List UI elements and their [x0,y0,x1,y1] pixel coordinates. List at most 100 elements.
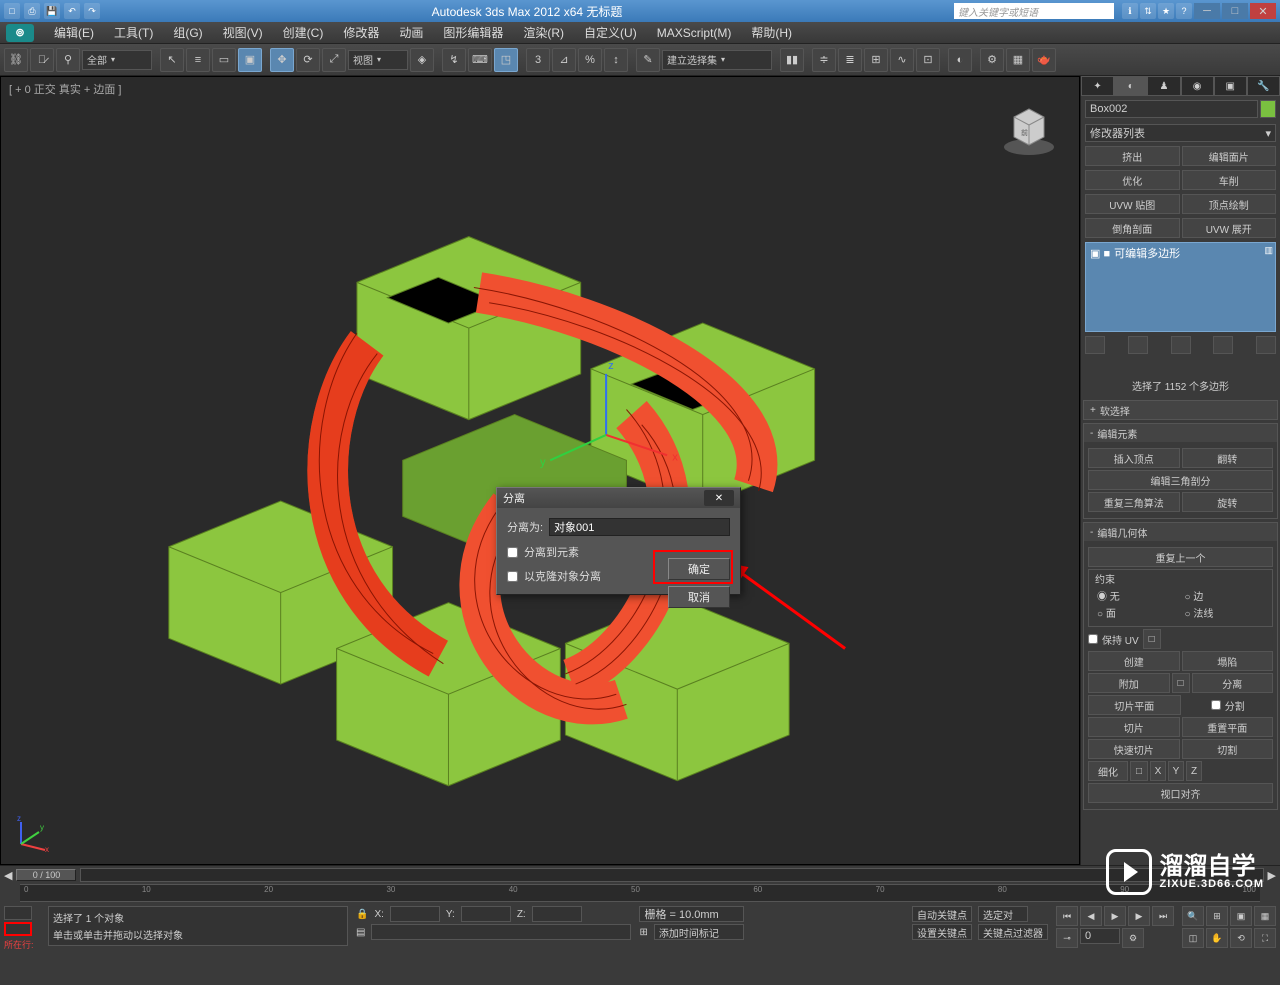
coord-x-input[interactable] [390,906,440,922]
coord-z-input[interactable] [532,906,582,922]
menu-maxscript[interactable]: MAXScript(M) [647,26,742,40]
attach-list-button[interactable]: □ [1172,673,1190,693]
spinner-snap-icon[interactable]: ↕ [604,48,628,72]
retriangulate-button[interactable]: 重复三角算法 [1088,492,1180,512]
tab-hierarchy-icon[interactable]: ♟ [1147,76,1180,96]
menu-group[interactable]: 组(G) [163,24,212,41]
insert-vertex-button[interactable]: 插入顶点 [1088,448,1180,468]
stack-config-icon[interactable]: ▥ [1264,245,1273,256]
open-icon[interactable]: ⎙ [24,3,40,19]
pin-stack-icon[interactable] [1085,336,1105,354]
dialog-close-button[interactable]: ✕ [704,490,734,506]
play-icon[interactable]: ▶ [1104,906,1126,926]
repeat-last-button[interactable]: 重复上一个 [1088,547,1273,567]
time-slider-track[interactable] [80,868,1263,882]
maxscript-listener[interactable] [371,924,631,940]
axis-y-button[interactable]: Y [1168,761,1184,781]
mod-btn-lathe[interactable]: 车削 [1182,170,1277,190]
schematic-icon[interactable]: ⊡ [916,48,940,72]
zoom-extents-all-icon[interactable]: ▦ [1254,906,1276,926]
menu-help[interactable]: 帮助(H) [741,24,802,41]
lock-icon[interactable]: 🔒 [356,909,368,920]
rollout-header[interactable]: +软选择 [1084,401,1277,419]
rotate-icon[interactable]: ⟳ [296,48,320,72]
layers-icon[interactable]: ≣ [838,48,862,72]
mod-btn-extrude[interactable]: 挤出 [1085,146,1180,166]
render-icon[interactable]: 🫖 [1032,48,1056,72]
snap3-icon[interactable]: 3 [526,48,550,72]
dialog-titlebar[interactable]: 分离 ✕ [497,488,740,508]
help-search[interactable]: 键入关键字或短语 [954,3,1114,19]
selected-button[interactable]: 选定对 [978,906,1028,922]
help-icon[interactable]: ? [1176,3,1192,19]
viewport-label[interactable]: [ + 0 正交 真实 + 边面 ] [9,81,121,97]
unlink-icon[interactable]: ⛓̷ [30,48,54,72]
orbit-icon[interactable]: ⟲ [1230,928,1252,948]
maximize-viewport-icon[interactable]: ⛶ [1254,928,1276,948]
next-frame-icon[interactable]: ▶ [1128,906,1150,926]
mod-btn-uvwmap[interactable]: UVW 贴图 [1085,194,1180,214]
make-unique-icon[interactable] [1171,336,1191,354]
marker-icon[interactable]: ⊞ [639,927,647,938]
time-ruler[interactable]: 0102030405060708090100 [20,884,1260,902]
selection-filter-dropdown[interactable]: 全部 [82,50,152,70]
autokey-button[interactable]: 自动关键点 [912,906,972,922]
mod-btn-optimize[interactable]: 优化 [1085,170,1180,190]
axis-z-button[interactable]: Z [1186,761,1202,781]
viewcube-icon[interactable]: 前 [999,97,1059,157]
redo-icon[interactable]: ↷ [84,3,100,19]
object-name-input[interactable]: Box002 [1085,100,1258,118]
modifier-list-dropdown[interactable]: 修改器列表▾ [1085,124,1276,142]
kbd-icon[interactable]: ⌨ [468,48,492,72]
mod-btn-bevelprofile[interactable]: 倒角剖面 [1085,218,1180,238]
scale-icon[interactable]: ⤢ [322,48,346,72]
collapse-button[interactable]: 塌陷 [1182,651,1274,671]
undo-icon[interactable]: ↶ [64,3,80,19]
menu-rendering[interactable]: 渲染(R) [513,24,574,41]
constraint-edge-radio[interactable]: ○ 边 [1185,588,1265,603]
reset-plane-button[interactable]: 重置平面 [1182,717,1274,737]
zoom-icon[interactable]: 🔍 [1182,906,1204,926]
select-rect-icon[interactable]: ▭ [212,48,236,72]
remove-mod-icon[interactable] [1213,336,1233,354]
cut-button[interactable]: 切割 [1182,739,1274,759]
menu-grapheditors[interactable]: 图形编辑器 [433,24,513,41]
info-icon[interactable]: ℹ [1122,3,1138,19]
manip-icon[interactable]: ↯ [442,48,466,72]
show-end-result-icon[interactable] [1128,336,1148,354]
menu-animation[interactable]: 动画 [389,24,433,41]
add-time-tag[interactable]: 添加时间标记 [654,924,744,940]
select-window-icon[interactable]: ▣ [238,48,262,72]
zoom-all-icon[interactable]: ⊞ [1206,906,1228,926]
modifier-stack[interactable]: ▣ ■可编辑多边形 ▥ [1085,242,1276,332]
menu-customize[interactable]: 自定义(U) [574,24,647,41]
axis-x-button[interactable]: X [1150,761,1166,781]
goto-start-icon[interactable]: ⏮ [1056,906,1078,926]
app-logo-icon[interactable]: ⊚ [6,24,34,42]
comm-icon[interactable]: ⇅ [1140,3,1156,19]
mod-btn-vertexpaint[interactable]: 顶点绘制 [1182,194,1277,214]
menu-edit[interactable]: 编辑(E) [44,24,104,41]
rendered-frame-icon[interactable]: ▦ [1006,48,1030,72]
snap-toggle-icon[interactable]: ◳ [494,48,518,72]
script-icon[interactable]: ▤ [356,927,365,938]
configure-sets-icon[interactable] [1256,336,1276,354]
percentsnap-icon[interactable]: % [578,48,602,72]
star-icon[interactable]: ★ [1158,3,1174,19]
slice-button[interactable]: 切片 [1088,717,1180,737]
tab-utilities-icon[interactable]: 🔧 [1247,76,1280,96]
constraint-none-radio[interactable]: ◉ 无 [1097,588,1177,603]
zoom-extents-icon[interactable]: ▣ [1230,906,1252,926]
preserve-uv-settings-button[interactable]: □ [1143,629,1161,649]
time-prev-icon[interactable]: ◀ [4,869,12,882]
cancel-button[interactable]: 取消 [668,586,730,608]
tab-create-icon[interactable]: ✦ [1081,76,1114,96]
menu-views[interactable]: 视图(V) [213,24,273,41]
menu-create[interactable]: 创建(C) [273,24,334,41]
anglesnap-icon[interactable]: ⊿ [552,48,576,72]
move-icon[interactable]: ✥ [270,48,294,72]
split-checkbox[interactable]: 分割 [1183,697,1274,713]
rollout-header[interactable]: -编辑元素 [1084,424,1277,442]
rollout-header[interactable]: -编辑几何体 [1084,523,1277,541]
coord-y-input[interactable] [461,906,511,922]
